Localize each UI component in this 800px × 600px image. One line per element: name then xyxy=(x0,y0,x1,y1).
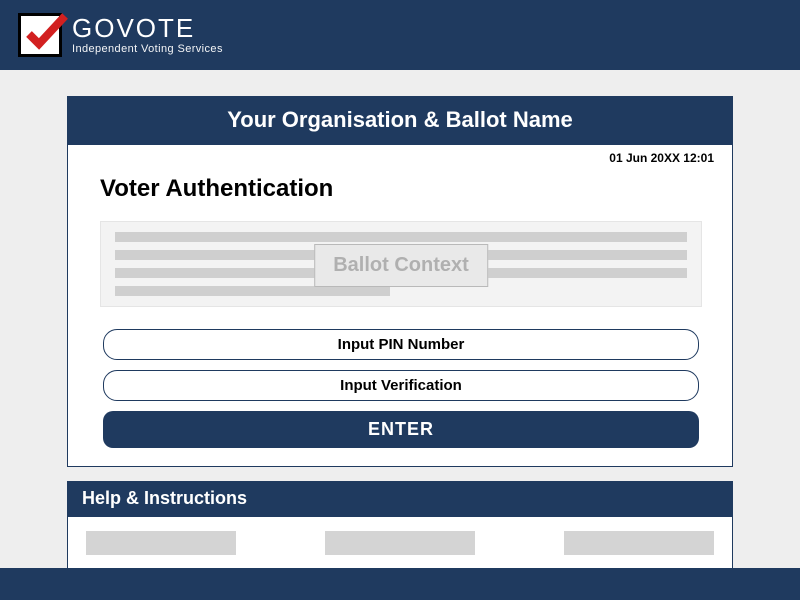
ballot-context-label: Ballot Context xyxy=(314,244,488,287)
placeholder-line xyxy=(115,232,687,242)
help-placeholder xyxy=(325,531,475,555)
help-header: Help & Instructions xyxy=(68,482,732,517)
brand-tagline: Independent Voting Services xyxy=(72,43,223,55)
brand-name: GOVOTE xyxy=(72,15,223,41)
verification-input[interactable]: Input Verification xyxy=(103,370,699,401)
logo-checkbox-icon xyxy=(18,13,62,57)
bottom-banner xyxy=(0,568,800,600)
card-header: Your Organisation & Ballot Name xyxy=(68,97,732,145)
top-banner: GOVOTE Independent Voting Services xyxy=(0,0,800,70)
help-placeholder xyxy=(564,531,714,555)
card-body: 01 Jun 20XX 12:01 Voter Authentication B… xyxy=(68,145,732,466)
timestamp: 01 Jun 20XX 12:01 xyxy=(609,151,714,165)
help-card: Help & Instructions xyxy=(67,481,733,572)
help-body xyxy=(68,517,732,571)
help-placeholder xyxy=(86,531,236,555)
enter-button[interactable]: ENTER xyxy=(103,411,699,448)
ballot-context-box: Ballot Context xyxy=(100,221,702,307)
auth-card: Your Organisation & Ballot Name 01 Jun 2… xyxy=(67,96,733,467)
page-title: Voter Authentication xyxy=(100,175,710,203)
pin-input[interactable]: Input PIN Number xyxy=(103,329,699,360)
brand-text: GOVOTE Independent Voting Services xyxy=(72,15,223,55)
placeholder-line xyxy=(115,286,390,296)
